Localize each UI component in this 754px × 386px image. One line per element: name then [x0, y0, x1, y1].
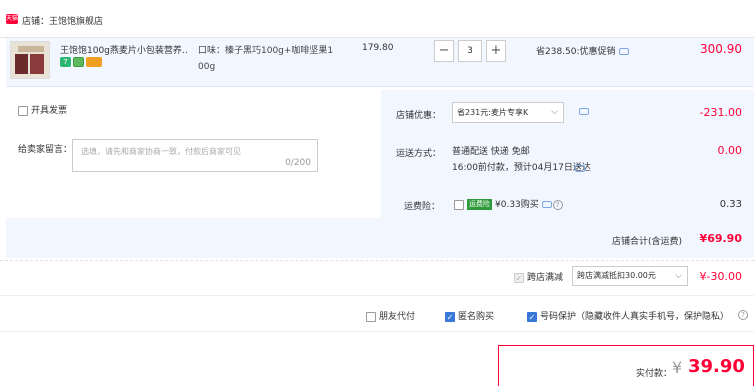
shop-total-amount: ¥69.90 [699, 232, 742, 245]
tmall-badge-icon: 天猫 [6, 14, 19, 24]
product-title-link[interactable]: 王饱饱100g燕麦片小包装营养… [60, 43, 188, 56]
insurance-option[interactable]: 运费险 ¥0.33购买? [454, 197, 563, 210]
insurance-tag: 运费险 [467, 199, 492, 210]
friend-pay-checkbox[interactable] [366, 311, 376, 322]
chevron-down-icon: ⌵ [675, 271, 682, 281]
payment-label: 实付款： [636, 369, 673, 379]
anonymous-checkbox[interactable]: ✓ [445, 311, 455, 322]
shop-coupon-select[interactable]: 省231元:麦片专享K ⌵ [452, 102, 564, 123]
quantity-minus-button[interactable]: − [434, 40, 454, 62]
credit-card-icon[interactable] [86, 57, 102, 67]
number-protect-option[interactable]: ✓ 号码保护（隐藏收件人真实手机号，保护隐私） [527, 309, 729, 322]
anonymous-label: 匿名购买 [458, 312, 495, 322]
shipping-label: 运送方式： [396, 149, 442, 159]
message-icon[interactable] [579, 108, 589, 115]
number-protect-label: 号码保护（隐藏收件人真实手机号，保护隐私） [540, 312, 730, 322]
cross-store-option: ✓ 跨店满减 [514, 270, 563, 283]
question-icon[interactable]: ? [738, 310, 748, 320]
shipping-eta: 16:00前付款，预计04月17日送达 [452, 163, 591, 173]
shop-header [0, 0, 754, 38]
quantity-stepper: − 3 + [434, 40, 506, 62]
cross-store-amount: ¥-30.00 [699, 270, 742, 283]
shop-coupon-value: 省231元:麦片专享K [457, 108, 529, 117]
payment-amount: 39.90 [688, 356, 745, 377]
message-icon[interactable] [541, 201, 552, 208]
cross-store-value: 跨店满减抵扣30.00元 [577, 271, 656, 280]
service-badges: 7 [60, 57, 104, 67]
insurance-checkbox[interactable] [454, 199, 464, 210]
invoice-checkbox[interactable] [18, 105, 28, 116]
product-thumbnail[interactable] [10, 41, 50, 79]
shop-coupon-label: 店铺优惠： [396, 111, 442, 121]
seller-message-input[interactable]: 选填，请先和商家协商一致，付款后商家可见 0/200 [72, 139, 318, 172]
sku-line: 00g [198, 62, 216, 72]
message-placeholder: 选填，请先和商家协商一致，付款后商家可见 [81, 147, 241, 156]
unit-price: 179.80 [362, 43, 394, 53]
insurance-label: 运费险： [404, 202, 441, 212]
sku-line: 口味：榛子黑巧100g+咖啡坚果1 [198, 46, 334, 56]
message-icon[interactable] [575, 165, 585, 172]
cross-store-label: 跨店满减 [527, 273, 564, 283]
shop-coupon-amount: -231.00 [699, 106, 742, 119]
message-icon[interactable] [618, 48, 629, 55]
shipping-method: 普通配送 快递 免邮 [452, 147, 530, 157]
chevron-down-icon: ⌵ [551, 107, 558, 117]
anonymous-option[interactable]: ✓ 匿名购买 [445, 309, 494, 322]
cross-store-select[interactable]: 跨店满减抵扣30.00元 ⌵ [572, 266, 688, 286]
product-sku: 口味：榛子黑巧100g+咖啡坚果1 00g [198, 43, 338, 75]
quantity-plus-button[interactable]: + [486, 40, 506, 62]
cross-store-checkbox: ✓ [514, 272, 524, 283]
message-label: 给卖家留言： [18, 145, 73, 155]
invoice-label: 开具发票 [31, 106, 68, 116]
shipping-amount: 0.00 [717, 144, 743, 157]
friend-pay-option[interactable]: 朋友代付 [366, 309, 415, 322]
friend-pay-label: 朋友代付 [379, 312, 416, 322]
guarantee-icon[interactable] [73, 57, 84, 67]
question-icon[interactable]: ? [552, 200, 563, 210]
invoice-option[interactable]: 开具发票 [18, 103, 67, 116]
quantity-input[interactable]: 3 [458, 40, 482, 62]
item-discount: 省238.50:优惠促销 [536, 44, 629, 57]
payment-currency: ¥ [672, 358, 683, 377]
shop-total-label: 店铺合计(含运费) [612, 237, 683, 247]
message-char-count: 0/200 [285, 158, 311, 168]
seven-day-return-icon[interactable]: 7 [60, 57, 71, 67]
shop-name-link[interactable]: 店铺：王饱饱旗舰店 [22, 14, 103, 27]
number-protect-checkbox[interactable]: ✓ [527, 311, 537, 322]
item-subtotal: 300.90 [700, 42, 742, 56]
insurance-price: ¥0.33购买 [495, 200, 539, 210]
insurance-amount: 0.33 [719, 199, 742, 210]
discount-text: 省238.50:优惠促销 [536, 47, 616, 57]
